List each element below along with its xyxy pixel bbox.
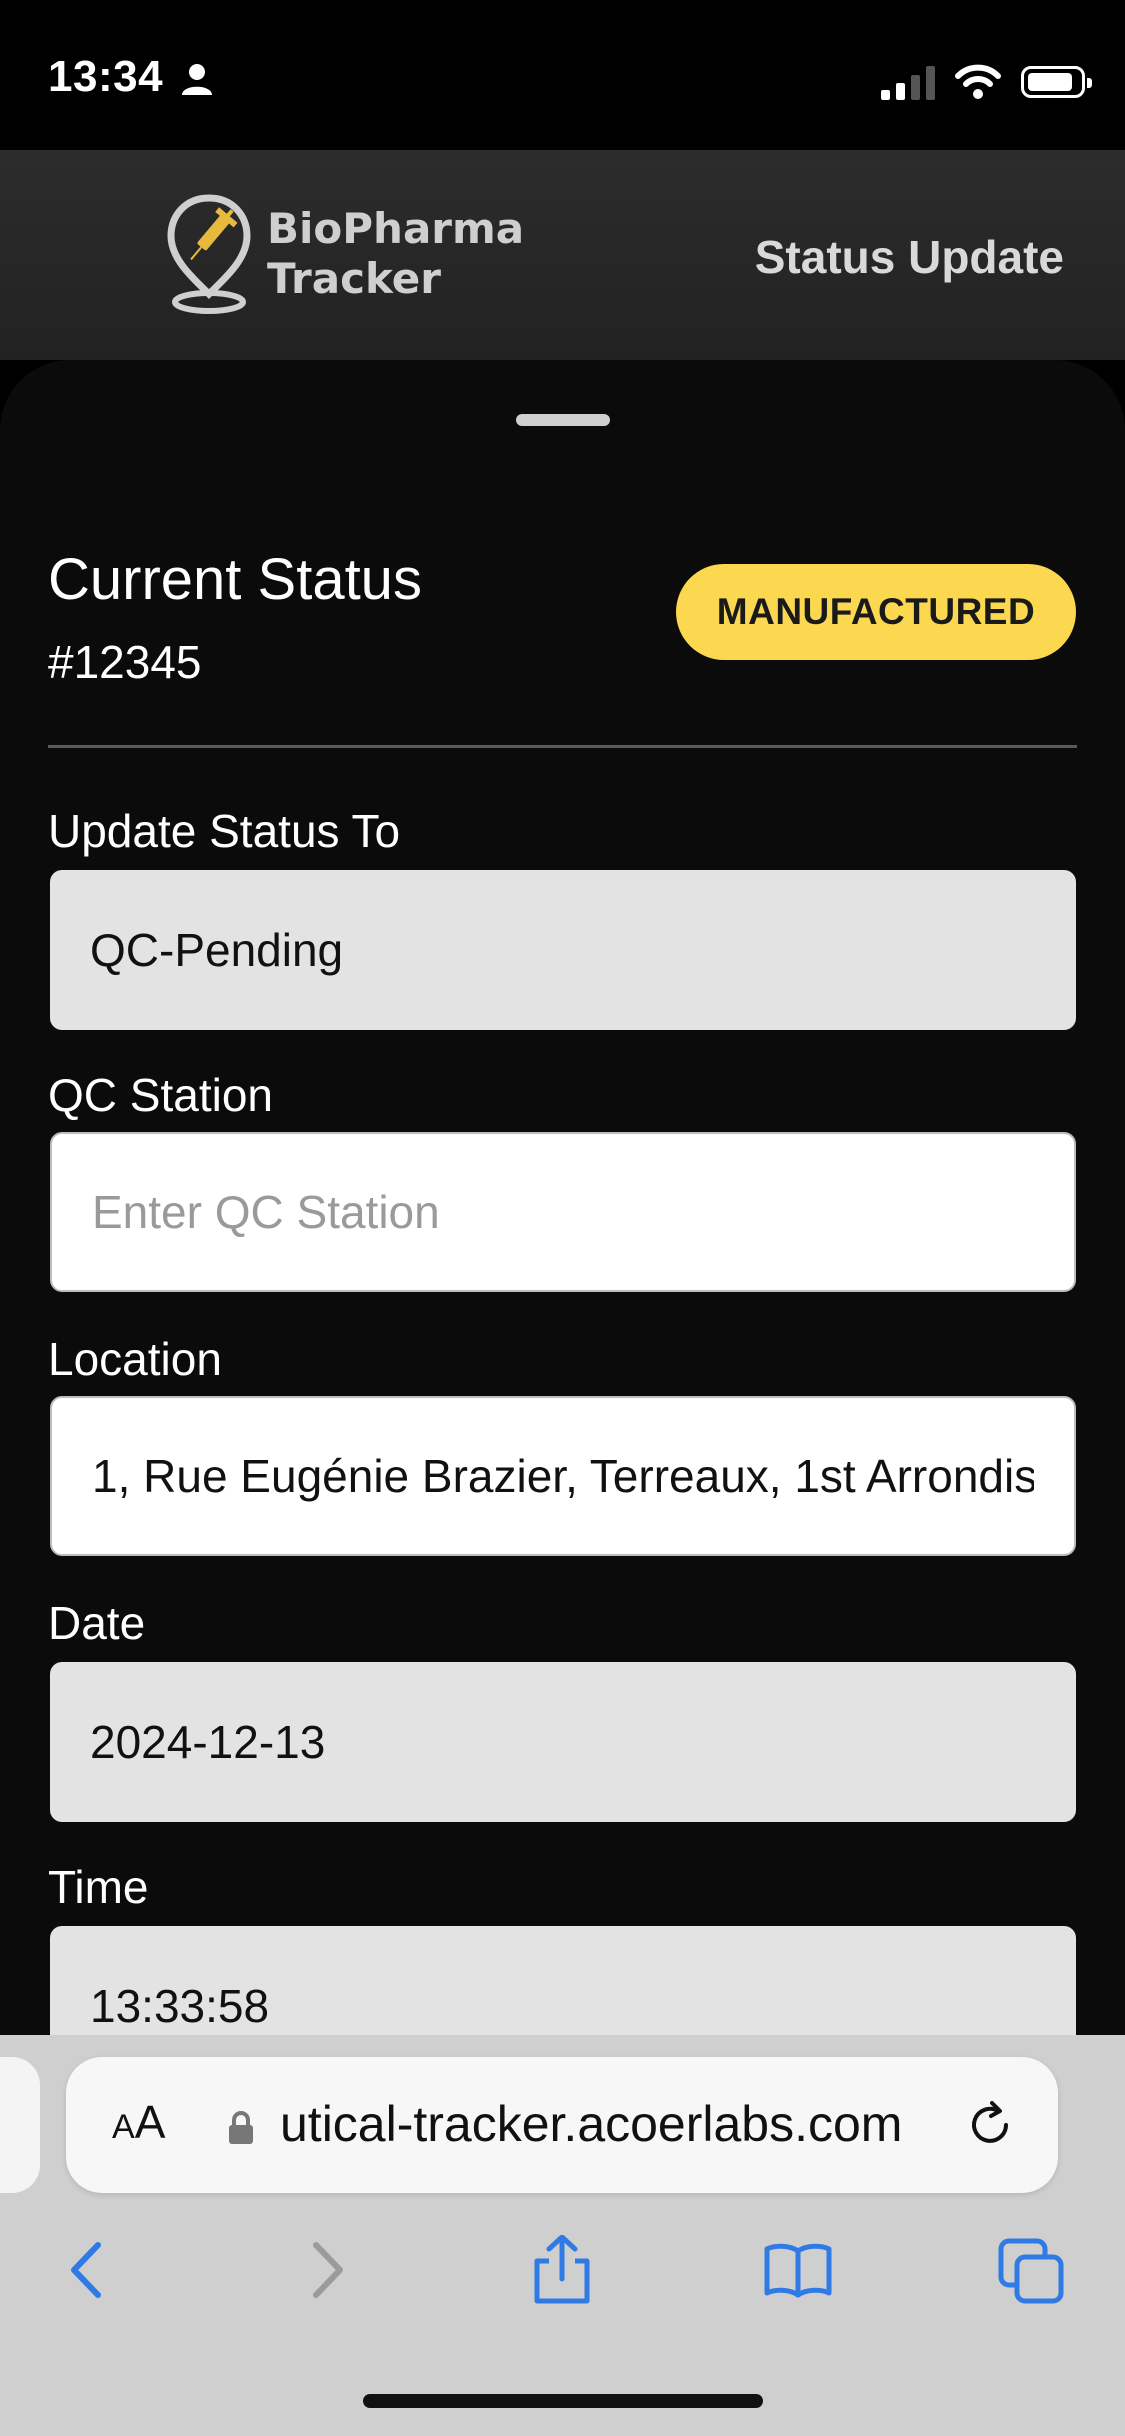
tabs-icon[interactable] [997,2235,1067,2305]
qc-station-field[interactable] [50,1132,1076,1292]
cellular-signal-icon [881,64,935,100]
forward-icon[interactable] [292,2235,362,2305]
logo-text-line2: Tracker [267,254,441,303]
current-status-title: Current Status [48,547,422,612]
status-time: 13:34 [48,52,164,101]
location-field[interactable] [50,1396,1076,1556]
qc-station-label: QC Station [48,1069,273,1121]
location-input[interactable] [92,1449,1034,1503]
wifi-icon [955,64,1001,99]
time-label: Time [48,1861,149,1913]
time-value: 13:33:58 [90,1980,270,2032]
sheet-drag-handle[interactable] [516,414,610,426]
page-title: Status Update [754,231,1064,283]
time-field[interactable]: 13:33:58 [50,1926,1076,2035]
update-status-value: QC-Pending [90,924,344,976]
date-value: 2024-12-13 [90,1716,326,1768]
logo-text-line1: BioPharma [267,204,525,253]
update-status-label: Update Status To [48,805,401,857]
person-icon [182,64,212,95]
reader-settings-button[interactable]: AA [112,2095,165,2149]
update-status-select[interactable]: QC-Pending [50,870,1076,1030]
app-header: BioPharma Tracker Status Update [0,150,1125,360]
status-indicators [881,62,1092,102]
status-bar: 13:34 [0,0,1125,150]
status-badge: MANUFACTURED [676,564,1076,660]
home-indicator [363,2394,763,2408]
date-field[interactable]: 2024-12-13 [50,1662,1076,1822]
url-text: utical-tracker.acoerlabs.com [280,2096,903,2152]
status-sheet: Current Status #12345 MANUFACTURED Updat… [0,360,1125,2035]
reload-icon[interactable] [962,2097,1018,2153]
browser-toolbar: AA utical-tracker.acoerlabs.com [0,2035,1125,2436]
app-logo[interactable]: BioPharma Tracker [165,194,524,314]
shipment-id: #12345 [48,636,202,688]
share-icon[interactable] [527,2235,597,2305]
qc-station-input[interactable] [92,1185,1034,1239]
aa-big: A [134,2096,166,2148]
location-label: Location [48,1333,222,1385]
back-icon[interactable] [52,2235,122,2305]
lock-icon [229,2111,253,2144]
location-syringe-icon [167,194,251,314]
address-bar[interactable]: AA utical-tracker.acoerlabs.com [66,2057,1058,2193]
divider [48,745,1077,748]
bookmarks-icon[interactable] [763,2235,833,2305]
previous-tab-edge[interactable] [0,2057,40,2193]
date-label: Date [48,1597,146,1649]
battery-icon [1021,66,1092,98]
aa-small: A [112,2108,135,2146]
